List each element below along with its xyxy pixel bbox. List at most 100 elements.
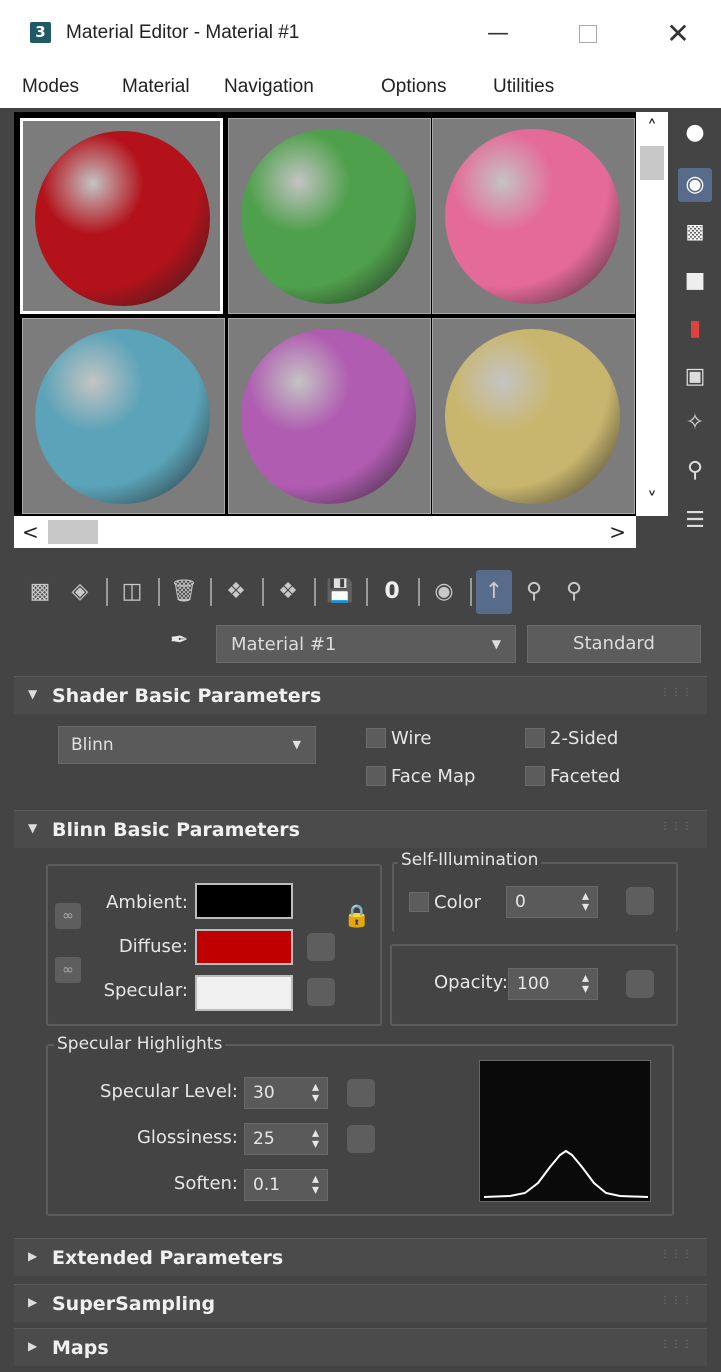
menu-options[interactable]: Options bbox=[381, 76, 446, 98]
self-illum-color-checkbox[interactable] bbox=[409, 892, 429, 912]
sample-slot-1[interactable] bbox=[20, 118, 223, 314]
spinner-arrows-icon[interactable]: ▴ ▾ bbox=[312, 1172, 319, 1197]
make-material-copy-icon[interactable]: ❖ bbox=[270, 570, 306, 614]
show-map-in-viewport-icon[interactable]: ◉ bbox=[426, 570, 462, 614]
two-sided-label: 2-Sided bbox=[550, 728, 619, 749]
specular-color-swatch[interactable] bbox=[195, 975, 293, 1011]
faceted-checkbox[interactable] bbox=[525, 766, 545, 786]
make-unique-icon[interactable]: ❖ bbox=[218, 570, 254, 614]
rollout-title: Shader Basic Parameters bbox=[52, 685, 322, 707]
go-forward-to-sibling-icon[interactable]: ⚲ bbox=[556, 570, 592, 614]
select-by-material-icon[interactable]: ⚲ bbox=[678, 454, 712, 488]
lock-icon[interactable]: 🔒 bbox=[343, 904, 370, 929]
face-map-checkbox[interactable] bbox=[366, 766, 386, 786]
video-color-check-icon[interactable]: ▮ bbox=[678, 312, 712, 346]
rollout-title: Blinn Basic Parameters bbox=[52, 819, 300, 841]
minimize-button[interactable]: — bbox=[478, 14, 518, 54]
diffuse-color-swatch[interactable] bbox=[195, 929, 293, 965]
scroll-left-icon[interactable]: < bbox=[22, 520, 39, 544]
backlight-icon[interactable]: ◉ bbox=[678, 168, 712, 202]
dropdown-caret-icon: ▼ bbox=[292, 738, 301, 751]
collapse-triangle-icon: ▼ bbox=[28, 821, 38, 835]
material-id-channel-icon[interactable]: 0 bbox=[374, 570, 410, 614]
opacity-map-button[interactable] bbox=[626, 970, 654, 998]
diffuse-map-button[interactable] bbox=[307, 933, 335, 961]
horizontal-scrollbar[interactable]: < > bbox=[14, 516, 636, 548]
sample-slot-5[interactable] bbox=[228, 318, 431, 514]
scroll-down-icon[interactable]: ˅ bbox=[636, 488, 668, 512]
wire-checkbox[interactable] bbox=[366, 728, 386, 748]
get-material-icon[interactable]: ▩ bbox=[22, 570, 58, 614]
sample-sphere bbox=[241, 329, 416, 504]
vertical-scrollbar[interactable]: ˄ ˅ bbox=[636, 112, 668, 516]
opacity-value: 100 bbox=[517, 974, 550, 994]
menu-material[interactable]: Material bbox=[122, 76, 190, 98]
specular-level-spinner[interactable]: 30 ▴ ▾ bbox=[244, 1077, 328, 1109]
sample-uv-tiling-icon[interactable]: ■ bbox=[678, 264, 712, 298]
sample-slot-6[interactable] bbox=[432, 318, 635, 514]
specular-level-map-button[interactable] bbox=[347, 1079, 375, 1107]
rollout-title: Maps bbox=[52, 1337, 109, 1359]
glossiness-map-button[interactable] bbox=[347, 1125, 375, 1153]
self-illum-color-label: Color bbox=[434, 892, 481, 913]
two-sided-checkbox[interactable] bbox=[525, 728, 545, 748]
self-illum-spinner[interactable]: 0 ▴ ▾ bbox=[506, 886, 598, 918]
sample-sphere bbox=[241, 129, 416, 304]
ambient-color-swatch[interactable] bbox=[195, 883, 293, 919]
maximize-button[interactable] bbox=[568, 14, 608, 54]
eyedropper-icon[interactable]: ✒ bbox=[170, 628, 200, 658]
soften-spinner[interactable]: 0.1 ▴ ▾ bbox=[244, 1169, 328, 1201]
material-name-field[interactable]: Material #1 ▼ bbox=[216, 625, 516, 663]
menu-utilities[interactable]: Utilities bbox=[493, 76, 554, 98]
soften-label: Soften: bbox=[173, 1173, 238, 1194]
diffuse-label: Diffuse: bbox=[118, 936, 188, 957]
background-icon[interactable]: ▩ bbox=[678, 214, 712, 248]
sample-slot-3[interactable] bbox=[432, 118, 635, 314]
menu-modes[interactable]: Modes bbox=[22, 76, 79, 98]
rollout-shader-basic-parameters[interactable]: ▼ Shader Basic Parameters ⋮⋮⋮ bbox=[14, 676, 707, 714]
spinner-arrows-icon[interactable]: ▴ ▾ bbox=[312, 1126, 319, 1151]
expand-triangle-icon: ▶ bbox=[28, 1339, 38, 1353]
sample-slot-2[interactable] bbox=[228, 118, 431, 314]
spinner-arrows-icon[interactable]: ▴ ▾ bbox=[312, 1080, 319, 1105]
put-to-library-icon[interactable]: 💾 bbox=[322, 570, 358, 614]
show-end-result-icon[interactable]: ↑ bbox=[476, 570, 512, 614]
specular-highlights-title: Specular Highlights bbox=[54, 1034, 226, 1054]
specular-map-button[interactable] bbox=[307, 978, 335, 1006]
lock-diffuse-specular-icon[interactable]: ∞ bbox=[55, 957, 81, 983]
sample-slot-4[interactable] bbox=[22, 318, 225, 514]
lock-ambient-diffuse-icon[interactable]: ∞ bbox=[55, 903, 81, 929]
material-map-navigator-icon[interactable]: ☰ bbox=[678, 504, 712, 538]
make-preview-icon[interactable]: ▣ bbox=[678, 360, 712, 394]
self-illum-map-button[interactable] bbox=[626, 887, 654, 915]
scroll-right-icon[interactable]: > bbox=[609, 520, 626, 544]
spinner-arrows-icon[interactable]: ▴ ▾ bbox=[582, 971, 589, 996]
assign-to-selection-icon[interactable]: ◫ bbox=[114, 570, 150, 614]
spinner-arrows-icon[interactable]: ▴ ▾ bbox=[582, 889, 589, 914]
grip-icon: ⋮⋮⋮ bbox=[660, 687, 693, 698]
rollout-maps[interactable]: ▶ Maps ⋮⋮⋮ bbox=[14, 1328, 707, 1366]
title-bar: 3 Material Editor - Material #1 — ✕ bbox=[0, 0, 721, 68]
specular-level-label: Specular Level: bbox=[100, 1081, 238, 1102]
glossiness-spinner[interactable]: 25 ▴ ▾ bbox=[244, 1123, 328, 1155]
sample-type-icon[interactable]: ● bbox=[678, 116, 712, 150]
faceted-label: Faceted bbox=[550, 766, 621, 787]
glossiness-label: Glossiness: bbox=[136, 1127, 238, 1148]
scroll-up-icon[interactable]: ˄ bbox=[636, 116, 668, 140]
put-to-scene-icon[interactable]: ◈ bbox=[62, 570, 98, 614]
menu-navigation[interactable]: Navigation bbox=[224, 76, 314, 98]
opacity-spinner[interactable]: 100 ▴ ▾ bbox=[508, 968, 598, 1000]
options-icon[interactable]: ✧ bbox=[678, 406, 712, 440]
scroll-thumb[interactable] bbox=[48, 520, 98, 544]
rollout-supersampling[interactable]: ▶ SuperSampling ⋮⋮⋮ bbox=[14, 1284, 707, 1322]
shader-type-dropdown[interactable]: Blinn ▼ bbox=[58, 726, 316, 764]
material-type-button[interactable]: Standard bbox=[527, 625, 701, 663]
rollout-blinn-basic-parameters[interactable]: ▼ Blinn Basic Parameters ⋮⋮⋮ bbox=[14, 810, 707, 848]
reset-map-icon[interactable]: 🗑 bbox=[166, 570, 202, 614]
material-name: Material #1 bbox=[231, 634, 337, 655]
expand-triangle-icon: ▶ bbox=[28, 1295, 38, 1309]
close-button[interactable]: ✕ bbox=[658, 14, 698, 54]
scroll-thumb[interactable] bbox=[640, 146, 664, 180]
rollout-extended-parameters[interactable]: ▶ Extended Parameters ⋮⋮⋮ bbox=[14, 1238, 707, 1276]
go-to-parent-icon[interactable]: ⚲ bbox=[516, 570, 552, 614]
